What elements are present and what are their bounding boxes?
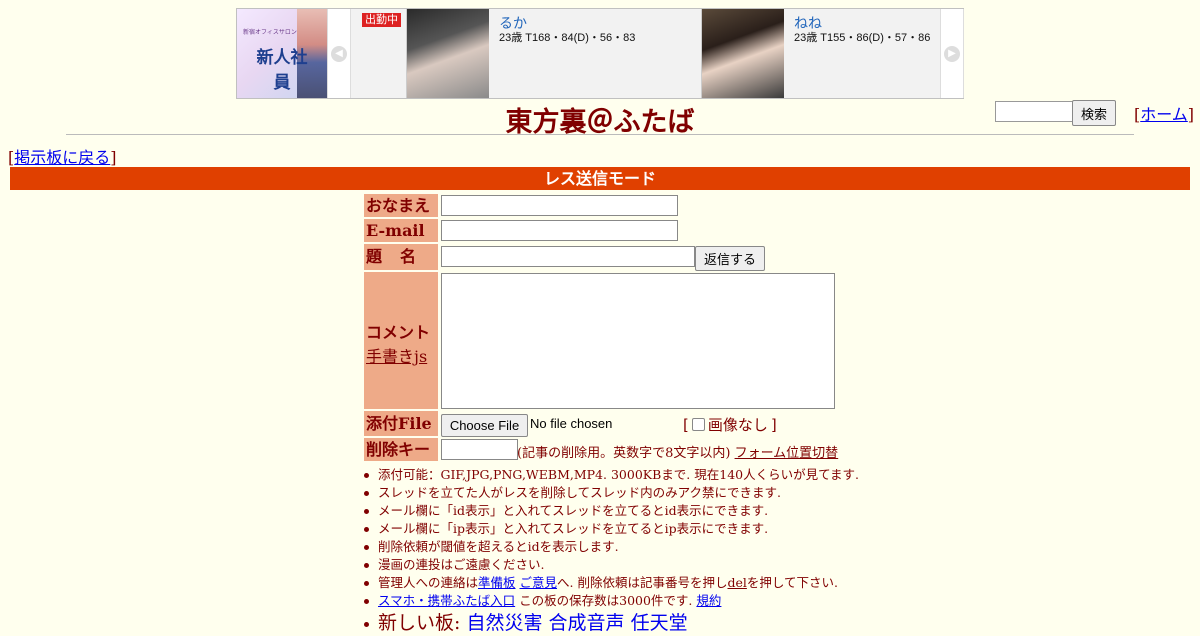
new-board-link[interactable]: 合成音声 bbox=[549, 612, 625, 634]
ad-banner[interactable]: 新宿オフィスサロン 新人社員 ◀ 出勤中 るか 23歳 T168・84(D)・5… bbox=[236, 8, 964, 99]
form-position-toggle-link[interactable]: フォーム位置切替 bbox=[735, 446, 839, 461]
mobile-entrance-link[interactable]: スマホ・携帯ふたば入口 bbox=[378, 593, 515, 608]
banner-logo-subtitle: 新宿オフィスサロン bbox=[243, 30, 297, 36]
profile-stats: 23歳 T168・84(D)・56・83 bbox=[499, 32, 636, 44]
no-image-option[interactable]: [ 画像なし ] bbox=[683, 414, 777, 435]
no-image-checkbox[interactable] bbox=[691, 418, 705, 431]
list-item: 管理人への連絡は準備板 ご意見へ. 削除依頼は記事番号を押しdelを押して下さい… bbox=[360, 574, 859, 592]
profile-card[interactable]: るか 23歳 T168・84(D)・56・83 bbox=[406, 9, 699, 98]
reply-mode-bar: レス送信モード bbox=[10, 167, 1190, 190]
list-item: 添付可能：GIF,JPG,PNG,WEBM,MP4. 3000KBまで. 現在1… bbox=[360, 466, 859, 484]
banner-next-arrow[interactable]: ▶ bbox=[940, 9, 964, 98]
list-item: メール欄に「ip表示」と入れてスレッドを立てるとip表示にできます. bbox=[360, 520, 859, 538]
delkey-note-wrapper: (記事の削除用。英数字で8文字以内) フォーム位置切替 bbox=[517, 442, 838, 461]
name-field[interactable] bbox=[441, 195, 678, 216]
list-item: 削除依頼が閾値を超えるとidを表示します. bbox=[360, 538, 859, 556]
profile-card[interactable]: ねね 23歳 T155・86(D)・57・86 bbox=[701, 9, 940, 98]
subject-label: 題 名 bbox=[364, 244, 438, 270]
list-item: メール欄に「id表示」と入れてスレッドを立てるとid表示にできます. bbox=[360, 502, 859, 520]
comment-label: コメント bbox=[366, 323, 431, 342]
list-item: 漫画の連投はご遠慮ください. bbox=[360, 556, 859, 574]
subject-field[interactable] bbox=[441, 246, 695, 267]
chevron-right-icon: ▶ bbox=[944, 45, 960, 62]
notes-list: 添付可能：GIF,JPG,PNG,WEBM,MP4. 3000KBまで. 現在1… bbox=[360, 466, 859, 636]
email-label: E-mail bbox=[364, 219, 438, 242]
name-label: おなまえ bbox=[364, 194, 438, 217]
comment-textarea[interactable] bbox=[441, 273, 835, 409]
prep-board-link[interactable]: 準備板 bbox=[478, 575, 516, 590]
back-to-board-link[interactable]: 掲示板に戻る bbox=[14, 148, 110, 167]
profile-stats: 23歳 T155・86(D)・57・86 bbox=[794, 32, 931, 44]
home-link-wrapper: [ホーム] bbox=[1134, 105, 1195, 124]
del-link[interactable]: del bbox=[727, 575, 746, 590]
delkey-field[interactable] bbox=[441, 439, 518, 460]
handwriting-link[interactable]: 手書きjs bbox=[366, 347, 427, 366]
comment-label-cell: コメント 手書きjs bbox=[364, 272, 438, 409]
banner-prev-arrow[interactable]: ◀ bbox=[327, 9, 351, 98]
delkey-label: 削除キー bbox=[364, 438, 438, 461]
profile-photo[interactable] bbox=[407, 9, 489, 98]
home-link[interactable]: ホーム bbox=[1140, 105, 1188, 124]
back-link-wrapper: [掲示板に戻る] bbox=[8, 148, 117, 167]
choose-file-button[interactable]: Choose File bbox=[441, 414, 528, 437]
profile-photo[interactable] bbox=[702, 9, 784, 98]
new-board-link[interactable]: 任天堂 bbox=[631, 612, 688, 634]
file-label: 添付File bbox=[364, 411, 438, 436]
status-badge: 出勤中 bbox=[362, 13, 401, 27]
banner-logo-text: 新人社員 bbox=[256, 48, 308, 93]
chevron-left-icon: ◀ bbox=[331, 45, 347, 62]
no-image-label: 画像なし bbox=[707, 416, 768, 434]
search-button[interactable]: 検索 bbox=[1072, 100, 1116, 126]
banner-logo-thumbnail[interactable]: 新宿オフィスサロン 新人社員 bbox=[237, 9, 327, 98]
terms-link[interactable]: 規約 bbox=[696, 593, 721, 608]
divider bbox=[66, 134, 1134, 135]
list-item: スマホ・携帯ふたば入口 この板の保存数は3000件です. 規約 bbox=[360, 592, 859, 610]
list-item: 新しい板: 自然災害 合成音声 任天堂 bbox=[360, 610, 859, 636]
list-item: スレッドを立てた人がレスを削除してスレッド内のみアク禁にできます. bbox=[360, 484, 859, 502]
feedback-link[interactable]: ご意見 bbox=[520, 575, 558, 590]
search-input[interactable] bbox=[995, 101, 1075, 122]
email-field[interactable] bbox=[441, 220, 678, 241]
new-board-link[interactable]: 自然災害 bbox=[466, 612, 542, 634]
submit-button[interactable]: 返信する bbox=[695, 246, 765, 271]
file-status-text: No file chosen bbox=[530, 416, 613, 431]
delkey-note: (記事の削除用。英数字で8文字以内) bbox=[517, 446, 731, 461]
